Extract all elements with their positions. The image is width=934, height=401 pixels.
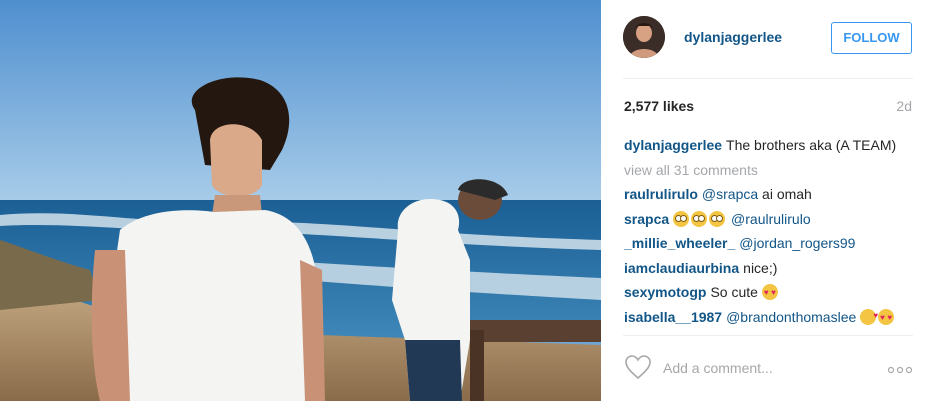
comment-text: ai omah [758, 186, 812, 202]
caption-text: The brothers aka (A TEAM) [726, 137, 897, 153]
comment-row: isabella__1987 @brandonthomaslee [624, 307, 924, 333]
view-all-comments-link[interactable]: view all 31 comments [624, 162, 758, 178]
avatar-image [623, 16, 665, 58]
comment-row: sexymotogp So cute [624, 283, 924, 308]
comment-row: _millie_wheeler_ @jordan_rogers99 [624, 234, 924, 259]
follow-button[interactable]: FOLLOW [831, 22, 912, 54]
comments-list: dylanjaggerlee The brothers aka (A TEAM) … [624, 136, 924, 332]
caption-username[interactable]: dylanjaggerlee [624, 137, 722, 153]
divider [623, 335, 913, 336]
caption: dylanjaggerlee The brothers aka (A TEAM) [624, 136, 924, 161]
comment-mention[interactable]: @brandonthomaslee [726, 309, 856, 325]
post-header: dylanjaggerlee FOLLOW [601, 0, 934, 78]
heart-eyes-emoji-icon [761, 284, 778, 302]
comment-row: raulrulirulo @srapca ai omah [624, 185, 924, 210]
heart-eyes-emoji-icon [878, 308, 895, 327]
comment-row: srapca @raulrulirulo [624, 210, 924, 235]
likes-count[interactable]: 2,577 likes [624, 98, 694, 114]
comment-text: So cute [710, 284, 758, 300]
divider [623, 78, 913, 79]
comment-mention[interactable]: @srapca [702, 186, 758, 202]
post-photo[interactable] [0, 0, 601, 401]
post-timestamp[interactable]: 2d [896, 98, 912, 114]
flushed-emoji-icon [673, 210, 690, 227]
kiss-emoji-icon [860, 307, 878, 325]
more-options-icon [887, 366, 913, 374]
view-all-comments: view all 31 comments [624, 161, 924, 186]
comment-username[interactable]: iamclaudiaurbina [624, 260, 739, 276]
comment-row: iamclaudiaurbina nice;) [624, 259, 924, 284]
post-details-panel: dylanjaggerlee FOLLOW 2,577 likes 2d dyl… [601, 0, 934, 401]
comment-username[interactable]: sexymotogp [624, 284, 706, 300]
comment-mention[interactable]: @raulrulirulo [731, 211, 811, 227]
comment-mention[interactable]: @jordan_rogers99 [739, 235, 855, 251]
like-button[interactable] [624, 354, 652, 380]
comment-username[interactable]: raulrulirulo [624, 186, 698, 202]
beach-photo [0, 0, 601, 401]
comment-text: nice;) [743, 259, 778, 276]
comment-username[interactable]: srapca [624, 211, 669, 227]
add-comment-input[interactable] [663, 358, 883, 378]
comment-username[interactable]: _millie_wheeler_ [624, 235, 735, 251]
avatar[interactable] [623, 16, 665, 58]
header-username[interactable]: dylanjaggerlee [684, 29, 782, 45]
flushed-emoji-icon [691, 210, 708, 227]
flushed-emoji-icon [709, 210, 726, 227]
heart-outline-icon [625, 355, 651, 380]
comment-username[interactable]: isabella__1987 [624, 309, 722, 325]
more-options-button[interactable] [887, 362, 913, 374]
